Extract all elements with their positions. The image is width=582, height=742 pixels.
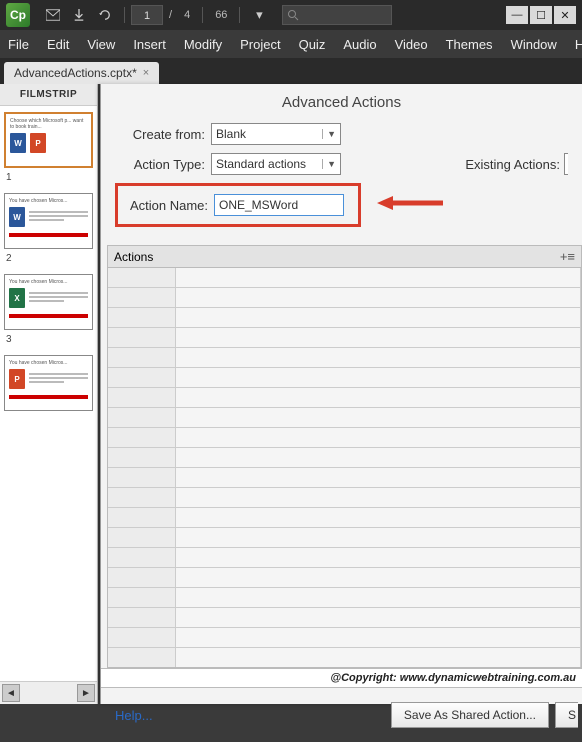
menu-themes[interactable]: Themes — [446, 37, 493, 52]
menu-edit[interactable]: Edit — [47, 37, 69, 52]
scroll-left-button[interactable]: ◄ — [2, 684, 20, 702]
create-from-dropdown[interactable]: Blank ▼ — [211, 123, 341, 145]
toolbar-dropdown-icon[interactable]: ▾ — [248, 5, 270, 25]
slide-thumb-title: You have chosen Micros... — [9, 279, 88, 285]
slide-thumb-title: You have chosen Micros... — [9, 198, 88, 204]
menu-project[interactable]: Project — [240, 37, 280, 52]
chevron-down-icon: ▼ — [322, 129, 336, 139]
download-icon[interactable] — [68, 5, 90, 25]
menu-quiz[interactable]: Quiz — [299, 37, 326, 52]
document-tab[interactable]: AdvancedActions.cptx* × — [4, 62, 159, 84]
create-from-label: Create from: — [115, 127, 205, 142]
dropdown-value: Standard actions — [216, 157, 306, 171]
word-icon: W — [10, 133, 26, 153]
action-name-highlight: Action Name: — [115, 183, 361, 227]
page-separator: / — [163, 9, 178, 21]
slide-number: 3 — [6, 334, 93, 345]
menu-video[interactable]: Video — [395, 37, 428, 52]
slide-thumb-title: You have chosen Micros... — [9, 360, 88, 366]
help-link[interactable]: Help... — [115, 708, 153, 723]
page-total: 4 — [178, 9, 196, 21]
menu-audio[interactable]: Audio — [343, 37, 376, 52]
slide-number: 1 — [6, 172, 93, 183]
filmstrip-header: FILMSTRIP — [0, 84, 97, 106]
slide-thumb-title: Choose which Microsoft p... want to book… — [10, 118, 87, 130]
menu-insert[interactable]: Insert — [133, 37, 166, 52]
chevron-down-icon: ▼ — [322, 159, 336, 169]
action-name-input[interactable] — [214, 194, 344, 216]
actions-header-label: Actions — [114, 250, 153, 264]
annotation-arrow-icon — [375, 193, 445, 218]
filmstrip-panel: FILMSTRIP Choose which Microsoft p... wa… — [0, 84, 98, 704]
page-current-input[interactable]: 1 — [131, 5, 163, 25]
excel-icon: X — [9, 288, 25, 308]
dropdown-value: Blank — [216, 127, 246, 141]
powerpoint-icon: P — [30, 133, 46, 153]
window-maximize-button[interactable]: ☐ — [530, 6, 552, 24]
title-bar: Cp 1 / 4 66 ▾ — ☐ ✕ — [0, 0, 582, 30]
close-tab-icon[interactable]: × — [143, 67, 149, 79]
advanced-actions-panel: Advanced Actions Create from: Blank ▼ Ac… — [100, 84, 582, 704]
mail-icon[interactable] — [42, 5, 64, 25]
sync-icon[interactable] — [94, 5, 116, 25]
slide-number: 2 — [6, 253, 93, 264]
slide-thumb-4[interactable]: You have chosen Micros... P — [4, 355, 93, 411]
slide-thumb-2[interactable]: You have chosen Micros... W — [4, 193, 93, 249]
document-tab-bar: AdvancedActions.cptx* × — [0, 58, 582, 84]
save-as-shared-action-button[interactable]: Save As Shared Action... — [391, 702, 549, 728]
copyright-text: @Copyright: www.dynamicwebtraining.com.a… — [101, 668, 582, 687]
document-tab-label: AdvancedActions.cptx* — [14, 66, 137, 80]
menu-modify[interactable]: Modify — [184, 37, 222, 52]
save-button-cut[interactable]: S — [555, 702, 578, 728]
menu-help[interactable]: Help — [575, 37, 582, 52]
toolbar-count: 66 — [209, 9, 233, 21]
actions-grid[interactable] — [107, 268, 582, 668]
existing-actions-label: Existing Actions: — [465, 157, 560, 172]
slide-thumb-3[interactable]: You have chosen Micros... X — [4, 274, 93, 330]
powerpoint-icon: P — [9, 369, 25, 389]
action-name-label: Action Name: — [124, 198, 208, 213]
existing-actions-dropdown[interactable] — [564, 153, 568, 175]
slide-thumb-1[interactable]: Choose which Microsoft p... want to book… — [4, 112, 93, 168]
filmstrip-scroll-controls: ◄ ► — [0, 681, 97, 704]
menu-bar: File Edit View Insert Modify Project Qui… — [0, 30, 582, 58]
add-action-icon[interactable]: +≡ — [560, 249, 575, 264]
actions-list-header: Actions +≡ — [107, 245, 582, 268]
action-type-dropdown[interactable]: Standard actions ▼ — [211, 153, 341, 175]
action-type-label: Action Type: — [115, 157, 205, 172]
app-logo: Cp — [6, 3, 30, 27]
window-minimize-button[interactable]: — — [506, 6, 528, 24]
menu-window[interactable]: Window — [511, 37, 557, 52]
panel-footer: Help... Save As Shared Action...S — [101, 687, 582, 742]
word-icon: W — [9, 207, 25, 227]
panel-title: Advanced Actions — [101, 84, 582, 123]
menu-file[interactable]: File — [8, 37, 29, 52]
window-close-button[interactable]: ✕ — [554, 6, 576, 24]
scroll-right-button[interactable]: ► — [77, 684, 95, 702]
search-input[interactable] — [282, 5, 392, 25]
menu-view[interactable]: View — [87, 37, 115, 52]
